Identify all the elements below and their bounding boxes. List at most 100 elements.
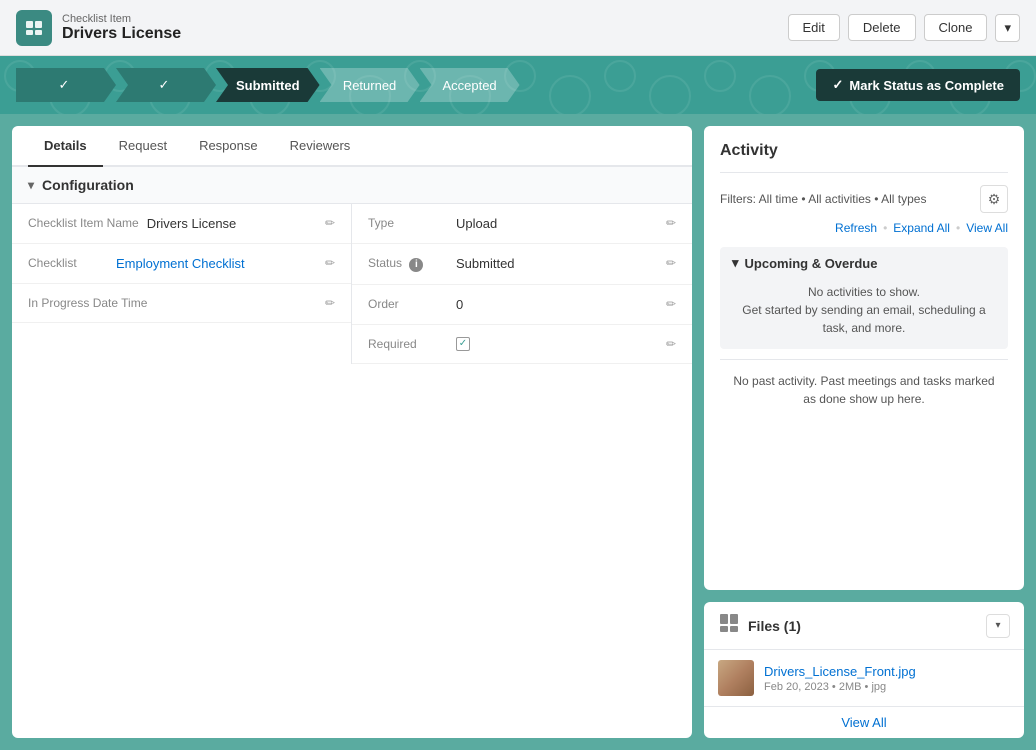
edit-required-icon[interactable]: ✏ — [666, 337, 676, 351]
mark-complete-label: Mark Status as Complete — [849, 78, 1004, 93]
upcoming-empty: No activities to show. Get started by se… — [732, 279, 996, 341]
tab-request[interactable]: Request — [103, 126, 183, 167]
field-status: Status i Submitted ✏ — [352, 244, 692, 285]
step-1[interactable]: ✓ — [16, 68, 116, 102]
field-in-progress-date: In Progress Date Time ✏ — [12, 284, 351, 323]
files-dropdown-button[interactable]: ▾ — [986, 614, 1010, 638]
activity-filters: Filters: All time • All activities • All… — [720, 185, 1008, 213]
step-accepted[interactable]: Accepted — [420, 68, 520, 102]
title-block: Checklist Item Drivers License — [62, 13, 181, 43]
status-steps: ✓ ✓ Submitted Returned Accepted — [16, 68, 816, 102]
no-past-activity: No past activity. Past meetings and task… — [720, 359, 1008, 420]
header-left: Checklist Item Drivers License — [16, 10, 181, 46]
upcoming-empty-line3: task, and more. — [732, 319, 996, 337]
step-returned-label: Returned — [343, 78, 396, 93]
status-value: Submitted — [456, 256, 658, 271]
field-checklist: Checklist Employment Checklist ✏ — [12, 244, 351, 284]
file-item: Drivers_License_Front.jpg Feb 20, 2023 •… — [704, 650, 1024, 706]
field-order: Order 0 ✏ — [352, 285, 692, 325]
files-title-label: Files (1) — [748, 618, 801, 634]
status-label: Status i — [368, 256, 448, 272]
order-value: 0 — [456, 297, 658, 312]
upcoming-empty-line1: No activities to show. — [732, 283, 996, 301]
field-type: Type Upload ✏ — [352, 204, 692, 244]
required-value: ✓ — [456, 337, 658, 351]
upcoming-section: ▾ Upcoming & Overdue No activities to sh… — [720, 247, 1008, 349]
app-icon — [16, 10, 52, 46]
header-right: Edit Delete Clone ▾ — [788, 14, 1020, 42]
step-accepted-label: Accepted — [442, 78, 496, 93]
field-required: Required ✓ ✏ — [352, 325, 692, 364]
title-large: Drivers License — [62, 25, 181, 43]
file-type: jpg — [871, 681, 886, 693]
required-checkbox[interactable]: ✓ — [456, 337, 470, 351]
upcoming-header: ▾ Upcoming & Overdue — [732, 255, 996, 271]
tab-reviewers[interactable]: Reviewers — [274, 126, 367, 167]
checklist-item-name-label: Checklist Item Name — [28, 216, 139, 230]
main-layout: Details Request Response Reviewers ▾ Con… — [0, 114, 1036, 750]
more-actions-button[interactable]: ▾ — [995, 14, 1020, 42]
step-submitted-label: Submitted — [236, 78, 300, 93]
mark-complete-check: ✓ — [832, 77, 843, 93]
file-thumb-inner — [718, 660, 754, 696]
files-header: Files (1) ▾ — [704, 602, 1024, 650]
expand-all-link[interactable]: Expand All — [893, 221, 950, 235]
step-2[interactable]: ✓ — [116, 68, 216, 102]
checklist-value[interactable]: Employment Checklist — [116, 256, 317, 271]
delete-button[interactable]: Delete — [848, 14, 916, 41]
app-header: Checklist Item Drivers License Edit Dele… — [0, 0, 1036, 56]
info-icon: i — [409, 258, 423, 272]
file-name[interactable]: Drivers_License_Front.jpg — [764, 664, 1010, 679]
tab-response[interactable]: Response — [183, 126, 274, 167]
status-bar: ✓ ✓ Submitted Returned Accepted ✓ Mark S… — [0, 56, 1036, 114]
file-thumbnail — [718, 660, 754, 696]
file-info: Drivers_License_Front.jpg Feb 20, 2023 •… — [764, 664, 1010, 693]
edit-checklist-item-name-icon[interactable]: ✏ — [325, 216, 335, 230]
upcoming-title: Upcoming & Overdue — [745, 256, 878, 271]
files-title: Files (1) — [718, 612, 801, 639]
order-label: Order — [368, 297, 448, 311]
configuration-header: ▾ Configuration — [12, 167, 692, 204]
step-submitted[interactable]: Submitted — [216, 68, 320, 102]
file-date: Feb 20, 2023 — [764, 681, 829, 693]
section-title: Configuration — [42, 177, 134, 193]
tabs: Details Request Response Reviewers — [12, 126, 692, 167]
upcoming-chevron-icon: ▾ — [732, 255, 739, 271]
checklist-label: Checklist — [28, 256, 108, 270]
check-icon-2: ✓ — [159, 77, 170, 93]
checklist-item-name-value: Drivers License — [147, 216, 317, 231]
mark-complete-button[interactable]: ✓ Mark Status as Complete — [816, 69, 1020, 101]
upcoming-empty-line2: Get started by sending an email, schedul… — [732, 301, 996, 319]
filter-gear-button[interactable]: ⚙ — [980, 185, 1008, 213]
files-view-all-link[interactable]: View All — [704, 706, 1024, 738]
step-returned[interactable]: Returned — [320, 68, 420, 102]
files-panel: Files (1) ▾ Drivers_License_Front.jpg Fe… — [704, 602, 1024, 738]
view-all-activity-link[interactable]: View All — [966, 221, 1008, 235]
clone-button[interactable]: Clone — [924, 14, 988, 41]
edit-button[interactable]: Edit — [788, 14, 840, 41]
title-small: Checklist Item — [62, 13, 181, 25]
activity-panel: Activity Filters: All time • All activit… — [704, 126, 1024, 590]
refresh-link[interactable]: Refresh — [835, 221, 877, 235]
right-fields: Type Upload ✏ Status i Submitted ✏ Order… — [352, 204, 692, 364]
activity-title: Activity — [720, 142, 1008, 173]
checkbox-check-icon: ✓ — [459, 338, 467, 349]
edit-order-icon[interactable]: ✏ — [666, 297, 676, 311]
left-panel: Details Request Response Reviewers ▾ Con… — [12, 126, 692, 738]
right-panel: Activity Filters: All time • All activit… — [704, 126, 1024, 738]
no-past-line2: as done show up here. — [720, 390, 1008, 408]
tab-details[interactable]: Details — [28, 126, 103, 167]
file-size: 2MB — [839, 681, 862, 693]
edit-type-icon[interactable]: ✏ — [666, 216, 676, 230]
edit-in-progress-date-icon[interactable]: ✏ — [325, 296, 335, 310]
activity-links: Refresh • Expand All • View All — [720, 221, 1008, 235]
edit-status-icon[interactable]: ✏ — [666, 256, 676, 270]
files-icon — [718, 612, 740, 639]
required-label: Required — [368, 337, 448, 351]
file-meta: Feb 20, 2023 • 2MB • jpg — [764, 681, 1010, 693]
in-progress-date-label: In Progress Date Time — [28, 296, 147, 310]
edit-checklist-icon[interactable]: ✏ — [325, 256, 335, 270]
check-icon-1: ✓ — [59, 77, 70, 93]
type-label: Type — [368, 216, 448, 230]
file-size-separator: • — [832, 681, 839, 693]
